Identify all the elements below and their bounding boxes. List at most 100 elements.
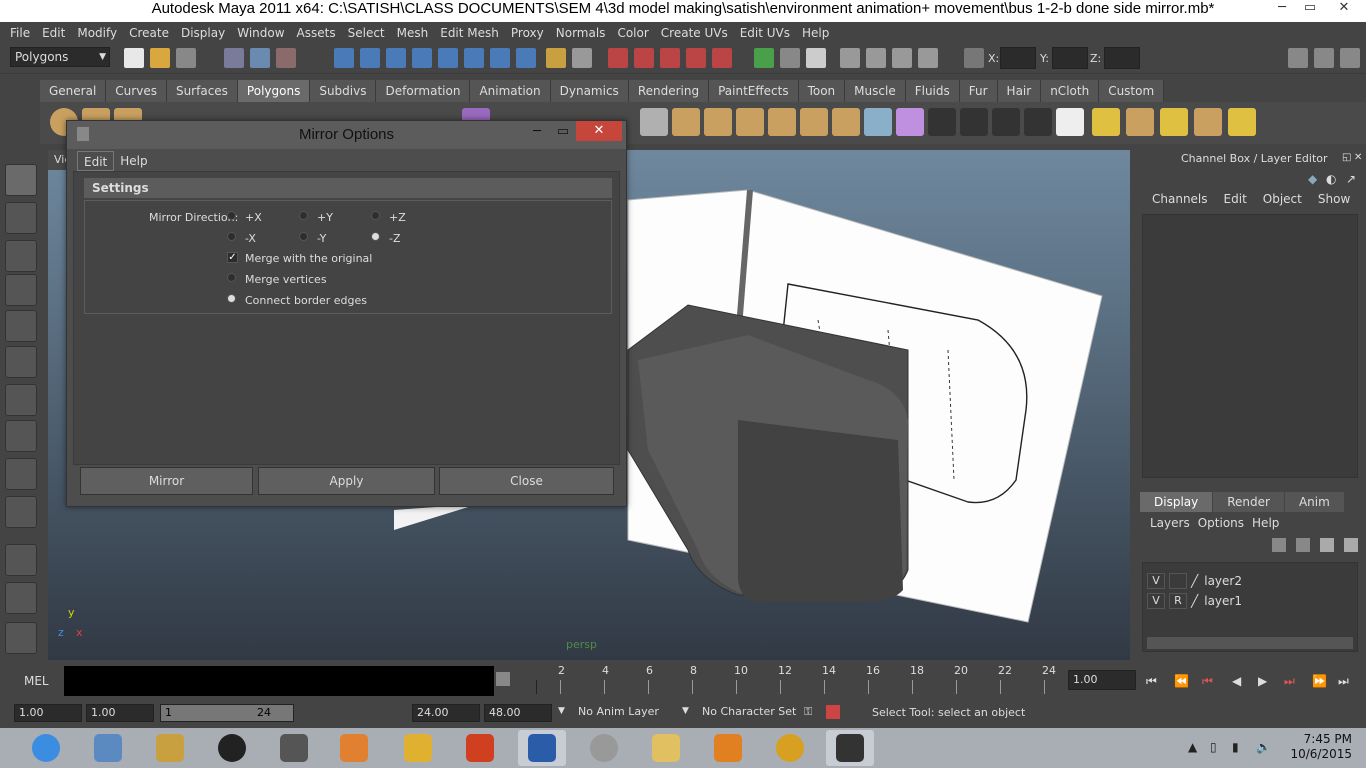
chrome-icon[interactable]: [766, 730, 814, 766]
auto-key-icon[interactable]: [826, 705, 840, 719]
tab-ncloth[interactable]: nCloth: [1041, 80, 1100, 102]
layer-row[interactable]: V ╱ layer2: [1147, 571, 1347, 591]
y-input[interactable]: [1052, 47, 1088, 69]
last-tool-icon[interactable]: [5, 496, 37, 528]
radio-minus-x[interactable]: [227, 232, 236, 241]
play-forward-icon[interactable]: ▶: [1258, 674, 1267, 688]
snap-live-icon[interactable]: [464, 48, 484, 68]
menu-create[interactable]: Create: [123, 26, 175, 40]
uv-planar-icon[interactable]: [960, 108, 988, 136]
script-editor-icon[interactable]: [496, 672, 510, 686]
split-icon[interactable]: [736, 108, 764, 136]
tab-polygons[interactable]: Polygons: [237, 80, 311, 102]
menu-help[interactable]: Help: [796, 26, 835, 40]
step-back-key-icon[interactable]: ⏮: [1202, 674, 1213, 689]
new-scene-icon[interactable]: [124, 48, 144, 68]
select-tool-icon[interactable]: [572, 48, 592, 68]
layer-visibility[interactable]: V: [1147, 593, 1165, 609]
construction-icon[interactable]: [634, 48, 654, 68]
dialog-close-button[interactable]: ✕: [576, 121, 622, 141]
render-settings-icon[interactable]: [806, 48, 826, 68]
key-icon[interactable]: ⚿: [804, 705, 812, 719]
menu-proxy[interactable]: Proxy: [505, 26, 550, 40]
dialog-maximize-button[interactable]: ▭: [551, 123, 575, 143]
minimize-button[interactable]: ─: [1268, 0, 1296, 18]
outliner-icon[interactable]: [892, 48, 912, 68]
paint-select-icon[interactable]: [5, 240, 37, 272]
control-panel-icon[interactable]: [84, 730, 132, 766]
menu-mesh[interactable]: Mesh: [391, 26, 435, 40]
select-object-icon[interactable]: [250, 48, 270, 68]
radio-minus-y[interactable]: [299, 232, 308, 241]
tab-fur[interactable]: Fur: [959, 80, 998, 102]
menu-set-selector[interactable]: Polygons ▼: [10, 47, 110, 67]
go-to-end-icon[interactable]: ⏭: [1338, 674, 1349, 689]
tab-hair[interactable]: Hair: [997, 80, 1042, 102]
universal-manip-icon[interactable]: [5, 384, 37, 416]
uv-auto-icon[interactable]: [1056, 108, 1084, 136]
range-slider[interactable]: 1 24: [160, 704, 294, 722]
snap-plane-icon[interactable]: [412, 48, 432, 68]
menu-edit[interactable]: Edit: [36, 26, 71, 40]
playback-start-field[interactable]: 1.00: [86, 704, 154, 722]
character-set-selector[interactable]: No Character Set: [698, 704, 802, 722]
menu-create-uvs[interactable]: Create UVs: [655, 26, 734, 40]
uv-move-icon[interactable]: [1228, 108, 1256, 136]
menu-color[interactable]: Color: [611, 26, 654, 40]
z-input[interactable]: [1104, 47, 1140, 69]
dialog-menu-help[interactable]: Help: [114, 151, 153, 171]
save-scene-icon[interactable]: [176, 48, 196, 68]
tool-icon[interactable]: ↗: [1346, 172, 1356, 186]
taskbar-clock[interactable]: 7:45 PM 10/6/2015: [1290, 732, 1352, 762]
tab-deformation[interactable]: Deformation: [376, 80, 471, 102]
layer-name[interactable]: layer2: [1204, 574, 1242, 588]
menu-show[interactable]: Show: [1310, 192, 1358, 206]
menu-select[interactable]: Select: [342, 26, 391, 40]
end-time-field[interactable]: 48.00: [484, 704, 552, 722]
tab-toon[interactable]: Toon: [798, 80, 846, 102]
open-scene-icon[interactable]: [150, 48, 170, 68]
tab-rendering[interactable]: Rendering: [628, 80, 710, 102]
speaker-icon[interactable]: [208, 730, 256, 766]
tab-dynamics[interactable]: Dynamics: [550, 80, 629, 102]
merge-icon[interactable]: [768, 108, 796, 136]
extrude-face-icon[interactable]: [800, 108, 828, 136]
tab-surfaces[interactable]: Surfaces: [166, 80, 238, 102]
mel-command-input[interactable]: [64, 666, 494, 696]
chevron-down-icon[interactable]: ▼: [682, 706, 689, 716]
magnet-curve-icon[interactable]: [686, 48, 706, 68]
separate-icon[interactable]: [704, 108, 732, 136]
new-selected-layer-icon[interactable]: [1344, 538, 1358, 552]
powerpoint-icon[interactable]: [456, 730, 504, 766]
uv-spherical-icon[interactable]: [1024, 108, 1052, 136]
uv-sew-icon[interactable]: [1194, 108, 1222, 136]
menu-modify[interactable]: Modify: [71, 26, 123, 40]
dialog-menu-edit[interactable]: Edit: [77, 151, 115, 171]
maya-taskbar-icon[interactable]: [826, 730, 874, 766]
move-tool-icon[interactable]: [5, 274, 37, 306]
uv-layout-icon[interactable]: [1092, 108, 1120, 136]
menu-normals[interactable]: Normals: [550, 26, 612, 40]
magnet-icon[interactable]: [660, 48, 680, 68]
snap-surface-icon[interactable]: [438, 48, 458, 68]
select-arrow-icon[interactable]: [5, 164, 37, 196]
vlc-icon[interactable]: [704, 730, 752, 766]
history-icon[interactable]: [608, 48, 628, 68]
channel-icon[interactable]: ◆: [1308, 172, 1317, 186]
layout-four-icon[interactable]: [5, 582, 37, 614]
word-icon[interactable]: [518, 730, 566, 766]
soft-mod-icon[interactable]: [5, 420, 37, 452]
go-to-start-icon[interactable]: ⏮: [1146, 674, 1157, 689]
mirror-button[interactable]: Mirror: [80, 467, 253, 495]
uv-checker-icon[interactable]: [928, 108, 956, 136]
docs-icon[interactable]: [270, 730, 318, 766]
show-manip-icon[interactable]: [5, 458, 37, 490]
menu-options[interactable]: Options: [1194, 516, 1248, 530]
x-input[interactable]: [1000, 47, 1036, 69]
render-frame-icon[interactable]: [754, 48, 774, 68]
snap-vertex-icon[interactable]: [490, 48, 510, 68]
volume-icon[interactable]: 🔈: [1256, 740, 1271, 754]
snap-curve-icon[interactable]: [360, 48, 380, 68]
empty-layer-icon[interactable]: [1320, 538, 1334, 552]
hypershade-icon[interactable]: [840, 48, 860, 68]
